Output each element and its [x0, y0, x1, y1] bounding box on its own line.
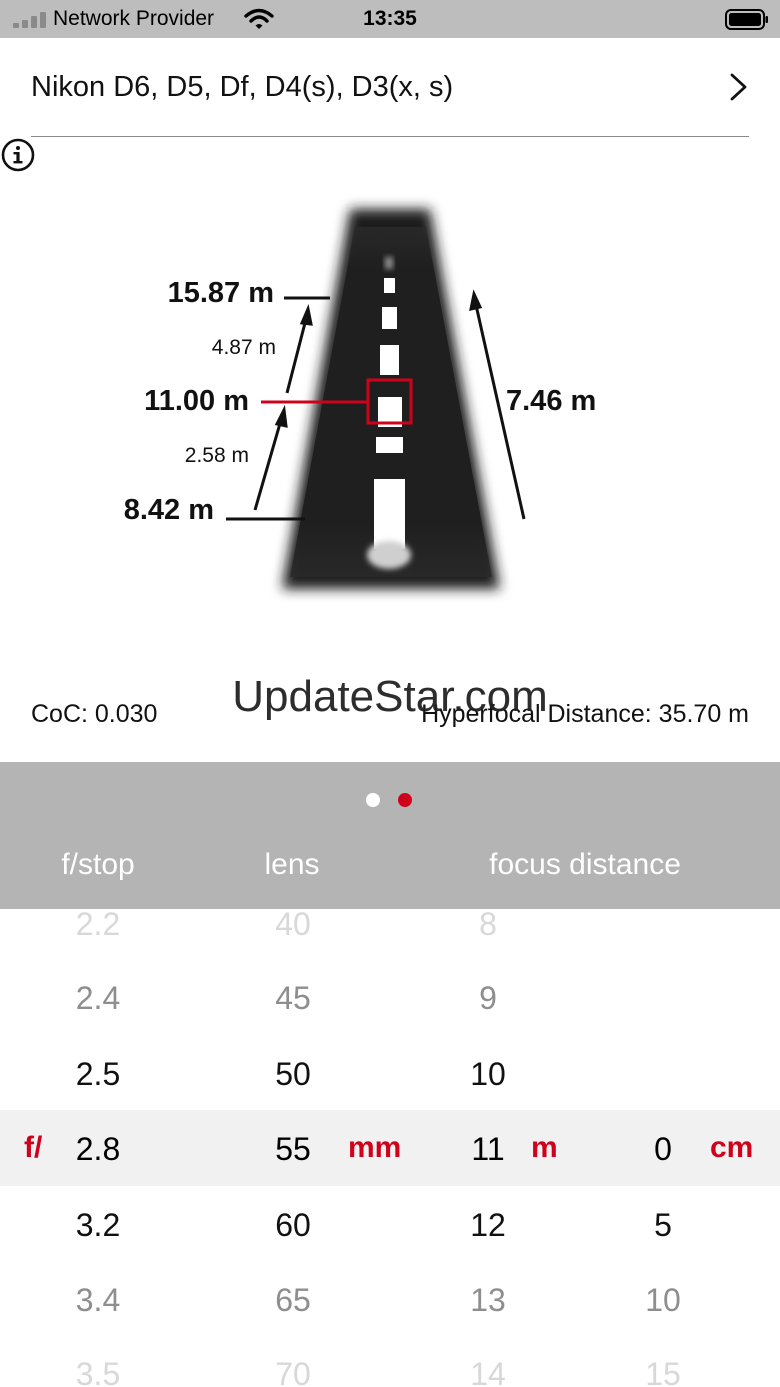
watermark: UpdateStar.com: [232, 672, 548, 721]
wheel-item[interactable]: 10: [593, 1262, 733, 1338]
near-limit-label: 8.42 m: [123, 494, 214, 526]
app-root: Network Provider 13:35 Nikon D6, D5, Df,…: [0, 0, 780, 1387]
focus-distance-label: 11.00 m: [144, 385, 249, 417]
meters-unit: m: [531, 1131, 558, 1164]
value-picker: 2.2 2.4 2.5 2.8 3.2 3.4 3.5 40 45 50 55 …: [0, 909, 780, 1387]
dof-diagram: 15.87 m 4.87 m 11.00 m 2.58 m 8.42 m 7.4…: [0, 137, 780, 757]
wheel-item[interactable]: 60: [223, 1187, 363, 1263]
wheel-item[interactable]: 15: [593, 1336, 733, 1387]
lens-unit: mm: [348, 1131, 402, 1164]
lens-wheel[interactable]: 40 45 50 55 60 65 70: [223, 909, 363, 1387]
status-bar: Network Provider 13:35: [0, 0, 780, 38]
column-header-focus: focus distance: [489, 848, 681, 881]
wheel-item[interactable]: 5: [593, 1187, 733, 1263]
wheel-item[interactable]: 14: [418, 1336, 558, 1387]
near-offset-label: 2.58 m: [184, 444, 249, 467]
chevron-right-icon[interactable]: [727, 72, 751, 102]
total-depth-label: 7.46 m: [506, 385, 597, 417]
wheel-item[interactable]: 45: [223, 960, 363, 1036]
wheel-item[interactable]: 50: [223, 1036, 363, 1112]
wheel-item[interactable]: 9: [418, 960, 558, 1036]
column-header-lens: lens: [264, 848, 320, 881]
wheel-item[interactable]: 3.2: [28, 1187, 168, 1263]
wheel-item[interactable]: 2.2: [28, 909, 168, 962]
wheel-item[interactable]: 40: [223, 909, 363, 962]
centimeters-unit: cm: [710, 1131, 754, 1164]
column-header-fstop: f/stop: [61, 848, 135, 881]
clock: 13:35: [363, 7, 417, 30]
wheel-item[interactable]: 65: [223, 1262, 363, 1338]
fstop-unit: f/: [24, 1131, 43, 1164]
camera-title: Nikon D6, D5, Df, D4(s), D3(x, s): [31, 71, 454, 103]
wheel-item[interactable]: 12: [418, 1187, 558, 1263]
battery-icon: [725, 9, 768, 30]
wheel-item[interactable]: 8: [418, 909, 558, 962]
wheel-item[interactable]: 3.4: [28, 1262, 168, 1338]
wheel-item[interactable]: 3.5: [28, 1336, 168, 1387]
wheel-item[interactable]: 10: [418, 1036, 558, 1112]
wheel-item[interactable]: 13: [418, 1262, 558, 1338]
wheel-item-selected[interactable]: 55: [223, 1111, 363, 1187]
wheel-item[interactable]: 70: [223, 1336, 363, 1387]
wheel-item-selected[interactable]: 2.8: [28, 1111, 168, 1187]
wheel-item[interactable]: 2.5: [28, 1036, 168, 1112]
camera-selector[interactable]: Nikon D6, D5, Df, D4(s), D3(x, s): [0, 38, 780, 136]
picker-header: f/stop lens focus distance: [0, 762, 780, 909]
page-dot-2-active[interactable]: [398, 793, 412, 807]
page-dot-1[interactable]: [366, 793, 380, 807]
fstop-wheel[interactable]: 2.2 2.4 2.5 2.8 3.2 3.4 3.5: [28, 909, 168, 1387]
info-icon[interactable]: [0, 137, 36, 173]
far-offset-label: 4.87 m: [211, 336, 276, 359]
wheel-item[interactable]: 2.4: [28, 960, 168, 1036]
far-limit-label: 15.87 m: [167, 277, 274, 309]
